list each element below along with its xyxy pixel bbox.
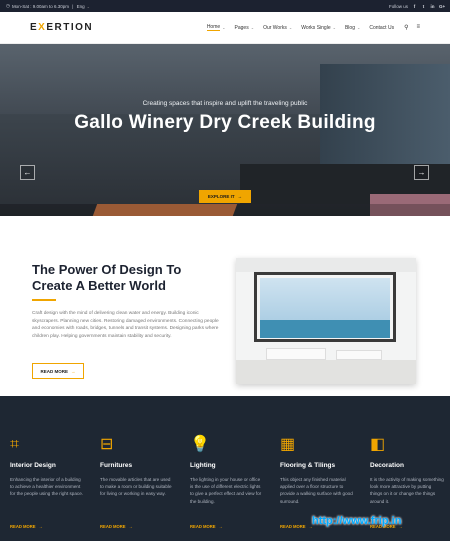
service-read-more-link[interactable]: READ MORE → [100, 524, 133, 529]
hero-title: Gallo Winery Dry Creek Building [74, 112, 376, 133]
service-title: Interior Design [10, 462, 56, 469]
logo[interactable]: EXERTION [30, 22, 93, 33]
watermark-text: http://www.frip.in [312, 515, 402, 527]
service-text: The lighting in your house or office is … [190, 477, 262, 504]
prev-slide-button[interactable]: ← [20, 165, 35, 180]
heading-underline [32, 299, 56, 301]
service-title: Lighting [190, 462, 216, 469]
arrow-right-icon: → [71, 368, 76, 374]
linkedin-icon[interactable]: in [430, 4, 435, 9]
chevron-down-icon: ⌄ [356, 25, 361, 30]
clock-icon: ◷ [6, 3, 10, 8]
nav-item-home[interactable]: Home ⌄ [206, 24, 226, 31]
explore-button[interactable]: EXPLORE IT → [199, 190, 251, 203]
business-hours: ◷ Mon-Sat : 9.00am to 6.30pm | Eng ⌄ [6, 3, 91, 9]
blueprint-icon: ⌗ [10, 436, 20, 453]
service-read-more-link[interactable]: READ MORE → [10, 524, 43, 529]
service-card-lighting: 💡 Lighting The lighting in your house or… [180, 396, 270, 541]
service-text: The movable articles that are used to ma… [100, 477, 172, 497]
service-read-more-link[interactable]: READ MORE → [280, 524, 313, 529]
service-card-furnitures: ⊟ Furnitures The movable articles that a… [90, 396, 180, 541]
language-select[interactable]: Eng [77, 4, 85, 9]
section-heading: The Power Of Design To Create A Better W… [32, 262, 182, 293]
interior-photo [236, 258, 416, 384]
arrow-right-icon: → [128, 524, 133, 529]
nav-item-works-single[interactable]: Works Single ⌄ [301, 25, 336, 31]
next-slide-button[interactable]: → [414, 165, 429, 180]
tiles-icon: ▦ [280, 436, 296, 453]
hero-tagline: Creating spaces that inspire and uplift … [142, 100, 308, 107]
hero-table [92, 204, 238, 216]
arrow-right-icon: → [218, 524, 223, 529]
chevron-down-icon: ⌄ [222, 25, 226, 30]
nav-item-pages[interactable]: Pages ⌄ [235, 25, 255, 31]
hours-text: Mon-Sat : 9.00am to 6.30pm [11, 3, 69, 9]
twitter-icon[interactable]: t [421, 4, 426, 9]
about-section: The Power Of Design To Create A Better W… [0, 216, 450, 396]
palette-icon: ◧ [370, 436, 386, 453]
service-title: Decoration [370, 462, 404, 469]
nav-item-contact-us[interactable]: Contact Us [369, 25, 394, 31]
service-text: This object any finished material applie… [280, 477, 353, 504]
follow-label: Follow us [388, 3, 408, 9]
service-title: Furnitures [100, 462, 133, 469]
google-plus-icon[interactable]: G+ [439, 4, 445, 9]
chevron-down-icon: ⌄ [332, 25, 336, 30]
arrow-right-icon: → [417, 168, 426, 177]
nav-menu: Home ⌄ Pages ⌄ Our Works ⌄ Works Single ⌄ Bl… [206, 24, 394, 31]
section-body: Craft design with the mind of delivering… [32, 311, 219, 339]
bulb-icon: 💡 [190, 436, 210, 453]
arrow-right-icon: → [237, 194, 243, 199]
ladder-icon: ⊟ [100, 436, 114, 453]
top-bar: ◷ Mon-Sat : 9.00am to 6.30pm | Eng ⌄ Fol… [0, 0, 450, 12]
nav-item-blog[interactable]: Blog ⌄ [345, 25, 360, 31]
facebook-icon[interactable]: f [412, 4, 417, 9]
hero-slider: Creating spaces that inspire and uplift … [0, 44, 450, 216]
main-nav: EXERTION Home ⌄ Pages ⌄ Our Works ⌄ Works S… [0, 12, 450, 44]
read-more-button[interactable]: READ MORE → [32, 363, 84, 379]
chevron-down-icon: ⌄ [250, 25, 255, 30]
chevron-down-icon: ⌄ [86, 3, 91, 9]
search-icon[interactable]: ⚲ [404, 24, 408, 31]
service-text: Enhancing the interior of a building to … [10, 477, 84, 497]
service-text: It is the activity of making something l… [370, 477, 444, 504]
arrow-left-icon: ← [23, 168, 32, 177]
chevron-down-icon: ⌄ [288, 25, 293, 30]
menu-icon[interactable]: ≡ [416, 24, 420, 31]
arrow-right-icon: → [38, 524, 43, 529]
service-card-interior-design: ⌗ Interior Design Enhancing the interior… [0, 396, 90, 541]
service-read-more-link[interactable]: READ MORE → [190, 524, 223, 529]
service-title: Flooring & Tilings [280, 462, 336, 469]
nav-item-our-works[interactable]: Our Works ⌄ [263, 25, 292, 31]
